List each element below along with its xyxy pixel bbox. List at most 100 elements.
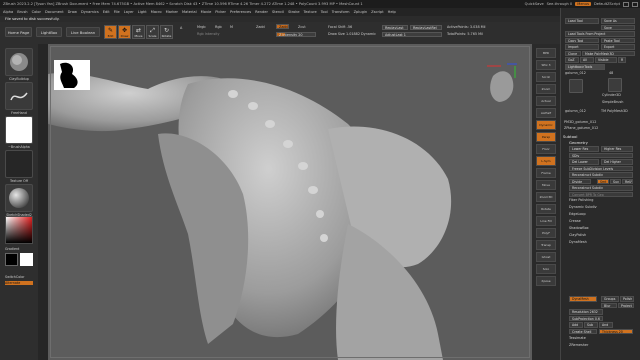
zoom-button[interactable]: Zoom bbox=[536, 84, 556, 94]
edge-loop-item[interactable]: EdgeLoop bbox=[569, 212, 586, 216]
rotate-view-button[interactable]: Rotate bbox=[536, 204, 556, 214]
zremesher-item[interactable]: ZRemesher bbox=[569, 343, 588, 347]
goz-all-button[interactable]: All bbox=[580, 57, 594, 63]
xpose-button[interactable]: Xpose bbox=[536, 276, 556, 286]
menu-item-tool[interactable]: Tool bbox=[321, 10, 328, 14]
reconstruct-subdiv-2-button[interactable]: Reconstruct Subdiv bbox=[569, 185, 633, 191]
zoom3d-button[interactable]: Zoom3D bbox=[536, 192, 556, 202]
menu-item-file[interactable]: File bbox=[114, 10, 120, 14]
brush-picker[interactable]: ClayBuildup bbox=[5, 48, 33, 81]
menu-item-transform[interactable]: Transform bbox=[332, 10, 350, 14]
suv-toggle[interactable]: Suv bbox=[610, 178, 621, 184]
export-button[interactable]: Export bbox=[601, 44, 635, 50]
zadd-button[interactable]: Zadd bbox=[276, 24, 289, 29]
geometry-header[interactable]: Geometry bbox=[569, 140, 588, 145]
minimize-icon[interactable] bbox=[623, 1, 629, 7]
tool-thumb-golumn[interactable] bbox=[569, 79, 583, 93]
rgb-intensity-slider[interactable]: Rgb Intensity bbox=[197, 32, 220, 36]
z-intensity-slider[interactable]: Z Intensity 20 bbox=[276, 32, 316, 37]
mrgb-button[interactable]: Mrgb bbox=[197, 25, 206, 29]
menu-item-brush[interactable]: Brush bbox=[17, 10, 27, 14]
menu-item-render[interactable]: Render bbox=[255, 10, 268, 14]
dynamesh-item[interactable]: DynaMesh bbox=[569, 240, 587, 244]
project-toggle[interactable]: Project bbox=[618, 302, 634, 308]
menu-item-document[interactable]: Document bbox=[45, 10, 64, 14]
menu-item-edit[interactable]: Edit bbox=[103, 10, 110, 14]
load-tools-from-project-button[interactable]: Load Tools From Project bbox=[565, 31, 635, 37]
ghost-button[interactable]: Ghost bbox=[536, 252, 556, 262]
canvas-viewport[interactable] bbox=[48, 44, 532, 360]
menu-item-layer[interactable]: Layer bbox=[124, 10, 134, 14]
goz-r-button[interactable]: R bbox=[618, 57, 626, 63]
line-fill-button[interactable]: Line Fill bbox=[536, 216, 556, 226]
subprojection-slider[interactable]: SubProjection 0.6 bbox=[569, 315, 603, 321]
smt-toggle[interactable]: Smt bbox=[597, 178, 609, 184]
subtool-header[interactable]: Subtool bbox=[563, 134, 577, 139]
create-shell-button[interactable]: Create Shell bbox=[569, 328, 597, 334]
make-polymesh3d-button[interactable]: Make PolyMesh3D bbox=[582, 50, 635, 56]
dynamic-subdiv-item[interactable]: Dynamic Subdiv bbox=[569, 205, 597, 209]
aahalf-button[interactable]: AAHalf bbox=[536, 108, 556, 118]
shadowbox-item[interactable]: ShadowBox bbox=[569, 226, 589, 230]
menu-item-stroke[interactable]: Stroke bbox=[288, 10, 299, 14]
focal-shift-slider[interactable]: Focal Shift -56 bbox=[328, 25, 352, 29]
floor-button[interactable]: Floor bbox=[536, 144, 556, 154]
main-color-swatch[interactable] bbox=[5, 253, 18, 266]
gradient-switch[interactable]: Gradient bbox=[5, 246, 33, 266]
scale-mode-button[interactable]: ⤢ Scale bbox=[146, 25, 159, 39]
home-page-button[interactable]: Home Page bbox=[5, 27, 32, 37]
frame-button[interactable]: Frame bbox=[536, 168, 556, 178]
secondary-color-swatch[interactable] bbox=[20, 253, 33, 266]
save-as-button[interactable]: Save As bbox=[601, 18, 635, 24]
alpha-picker[interactable]: ~BrushAlpha bbox=[5, 116, 33, 149]
del-lower-button[interactable]: Del Lower bbox=[569, 159, 599, 165]
move-mode-button[interactable]: ⇄ Move bbox=[132, 25, 145, 39]
divide-button[interactable]: Divide bbox=[569, 178, 591, 184]
live-boolean-button[interactable]: Live Boolean bbox=[66, 27, 100, 37]
thickness-slider[interactable]: Thickness 20 bbox=[599, 328, 633, 334]
polish-toggle[interactable]: Polish bbox=[620, 296, 634, 302]
menus-button[interactable]: Menus bbox=[575, 2, 591, 6]
draw-mode-button[interactable]: ✥ Draw bbox=[118, 25, 131, 39]
load-tool-button[interactable]: Load Tool bbox=[565, 18, 599, 24]
rgb-button[interactable]: Rgb bbox=[215, 25, 222, 29]
lightbox-button[interactable]: LightBox bbox=[36, 27, 62, 37]
replay-last-button[interactable]: ReplayLast bbox=[382, 25, 408, 30]
menu-item-light[interactable]: Light bbox=[138, 10, 147, 14]
claypolish-item[interactable]: ClayPolish bbox=[569, 233, 586, 237]
zcut-button[interactable]: Zcut bbox=[298, 25, 306, 29]
default-script-button[interactable]: DefaultZScript bbox=[594, 2, 620, 6]
menu-item-zplugin[interactable]: Zplugin bbox=[354, 10, 368, 14]
alternate-button[interactable]: Alternate bbox=[5, 280, 33, 285]
menu-item-movie[interactable]: Movie bbox=[201, 10, 212, 14]
bpr-button[interactable]: BPR bbox=[536, 48, 556, 58]
and-button[interactable]: And bbox=[599, 322, 613, 328]
solo-button[interactable]: Solo bbox=[536, 264, 556, 274]
replay-last-rel-button[interactable]: ReplayLastRel bbox=[410, 25, 442, 30]
texture-picker[interactable]: Texture Off bbox=[5, 150, 33, 183]
blur-slider[interactable]: Blur bbox=[601, 302, 617, 308]
import-button[interactable]: Import bbox=[565, 44, 599, 50]
del-higher-button[interactable]: Del Higher bbox=[601, 159, 633, 165]
save-button[interactable]: Save bbox=[601, 24, 635, 30]
polyframe-button[interactable]: PolyF bbox=[536, 228, 556, 238]
sub-button[interactable]: Sub bbox=[584, 322, 598, 328]
lower-res-button[interactable]: Lower Res bbox=[569, 146, 599, 152]
crease-item[interactable]: Crease bbox=[569, 219, 581, 223]
a-toggle[interactable]: A bbox=[180, 26, 182, 30]
rotate-mode-button[interactable]: ↻ Rotate bbox=[160, 25, 173, 39]
scroll-button[interactable]: Scroll bbox=[536, 72, 556, 82]
dynamic-view-button[interactable]: Dynamic bbox=[536, 120, 556, 130]
stroke-picker[interactable]: FreeHand bbox=[5, 82, 33, 115]
menu-item-zscript[interactable]: Zscript bbox=[371, 10, 383, 14]
clone-button[interactable]: Clone bbox=[565, 50, 581, 56]
menu-item-alpha[interactable]: Alpha bbox=[3, 10, 13, 14]
menu-item-draw[interactable]: Draw bbox=[68, 10, 77, 14]
higher-res-button[interactable]: Higher Res bbox=[601, 146, 633, 152]
close-icon[interactable] bbox=[632, 1, 638, 7]
copy-tool-button[interactable]: Copy Tool bbox=[565, 37, 599, 43]
convert-bpr-button[interactable]: Convert BPR To Geo bbox=[569, 191, 633, 197]
menu-item-picker[interactable]: Picker bbox=[215, 10, 226, 14]
goz-visible-button[interactable]: Visible bbox=[595, 57, 617, 63]
local-symmetry-button[interactable]: L.Sym bbox=[536, 156, 556, 166]
